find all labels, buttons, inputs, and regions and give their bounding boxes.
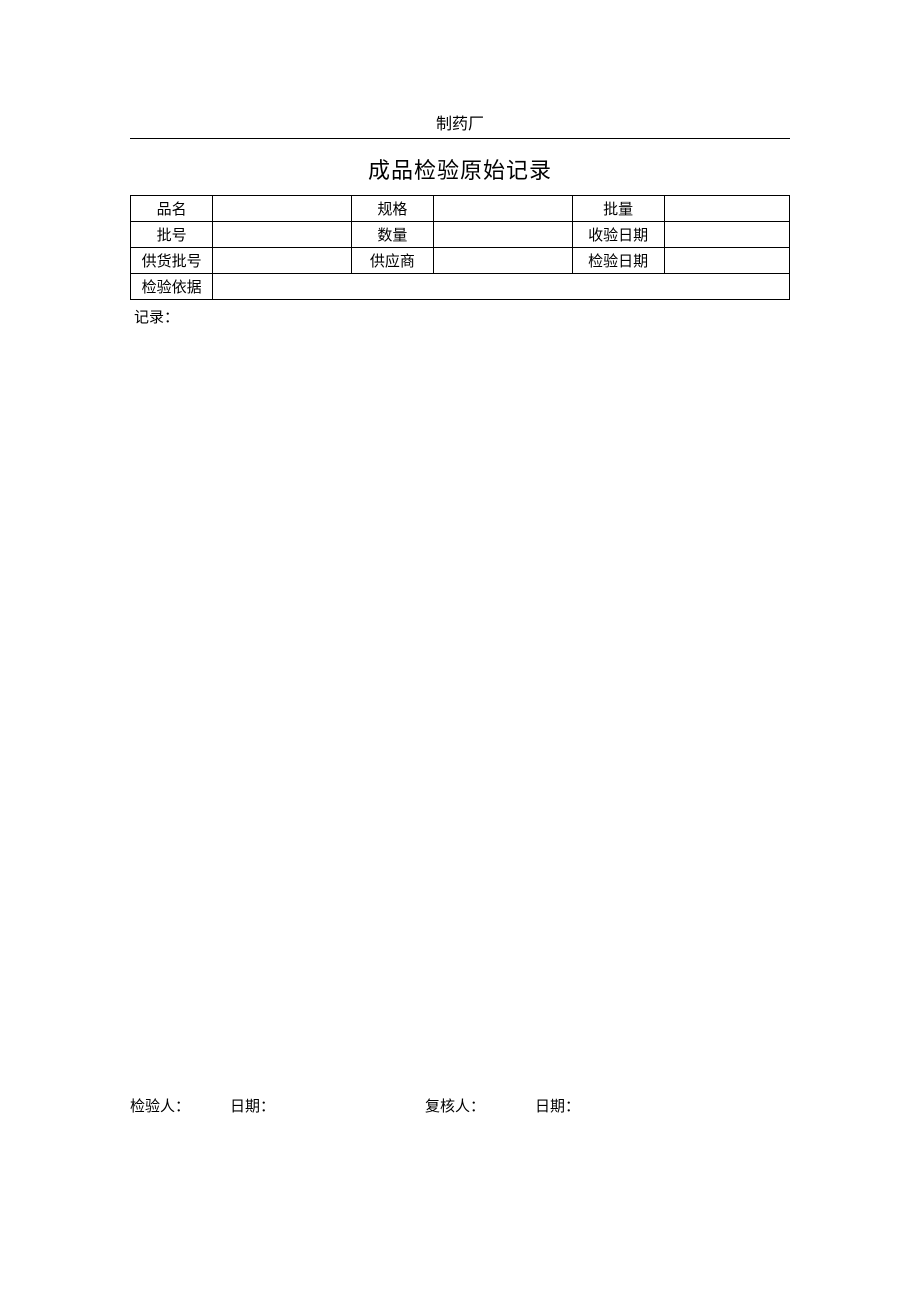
table-row: 批号 数量 收验日期 [131, 222, 790, 248]
label-receive-date: 收验日期 [572, 222, 664, 248]
label-batch-qty: 批量 [572, 196, 664, 222]
info-table: 品名 规格 批量 批号 数量 收验日期 供货批号 供应商 检验日期 检验依据 [130, 195, 790, 300]
label-supply-batch: 供货批号 [131, 248, 213, 274]
label-spec: 规格 [351, 196, 433, 222]
table-row: 供货批号 供应商 检验日期 [131, 248, 790, 274]
value-spec [434, 196, 572, 222]
footer: 检验人： 日期： 复核人： 日期： [130, 1095, 790, 1116]
label-quantity: 数量 [351, 222, 433, 248]
value-inspect-date [664, 248, 789, 274]
table-row: 品名 规格 批量 [131, 196, 790, 222]
inspector-label: 检验人： [130, 1095, 230, 1116]
table-row: 检验依据 [131, 274, 790, 300]
label-inspect-date: 检验日期 [572, 248, 664, 274]
value-receive-date [664, 222, 789, 248]
value-supply-batch [213, 248, 351, 274]
page-title: 成品检验原始记录 [130, 139, 790, 195]
label-supplier: 供应商 [351, 248, 433, 274]
value-product-name [213, 196, 351, 222]
label-batch-no: 批号 [131, 222, 213, 248]
label-product-name: 品名 [131, 196, 213, 222]
value-batch-qty [664, 196, 789, 222]
value-supplier [434, 248, 572, 274]
date2-label: 日期： [535, 1095, 580, 1116]
label-inspect-basis: 检验依据 [131, 274, 213, 300]
date1-label: 日期： [230, 1095, 425, 1116]
value-batch-no [213, 222, 351, 248]
company-header: 制药厂 [130, 110, 790, 139]
value-inspect-basis [213, 274, 790, 300]
value-quantity [434, 222, 572, 248]
reviewer-label: 复核人： [425, 1095, 535, 1116]
record-label: 记录： [130, 300, 790, 327]
